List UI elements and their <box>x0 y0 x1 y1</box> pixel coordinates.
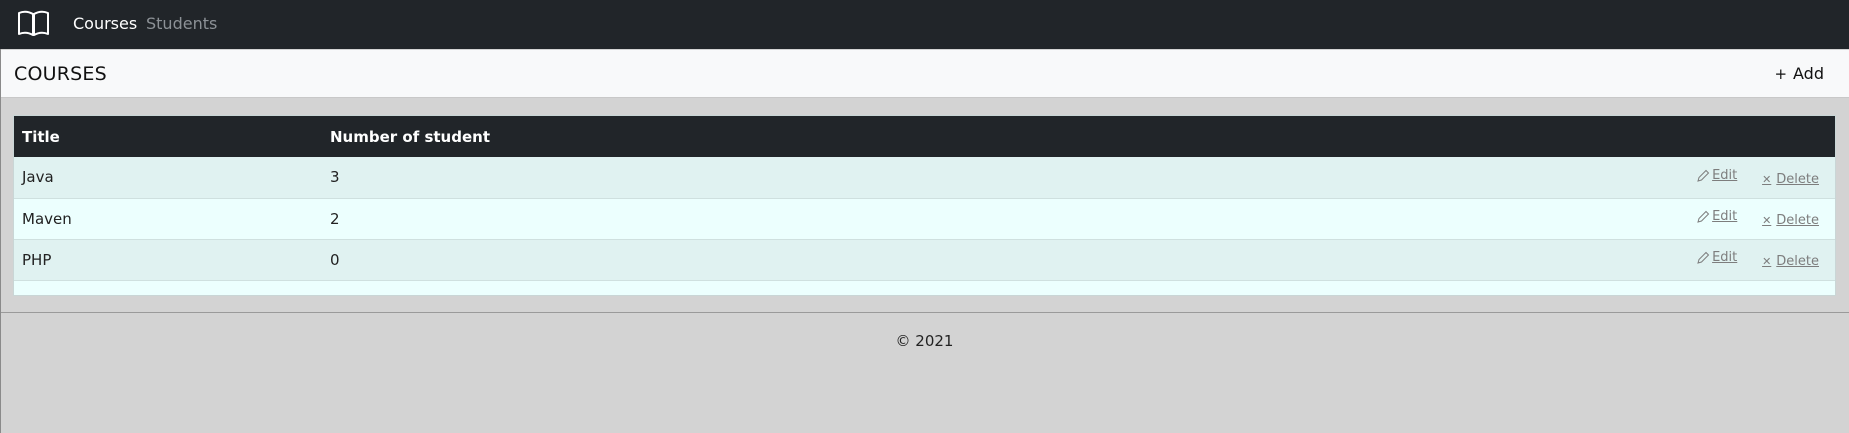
pencil-icon <box>1697 169 1710 182</box>
close-icon: ✕ <box>1762 254 1772 268</box>
courses-table: Title Number of student Java 3 Edit ✕ De… <box>13 115 1836 296</box>
column-header-actions <box>1575 116 1835 157</box>
delete-label: Delete <box>1776 212 1819 228</box>
delete-label: Delete <box>1776 253 1819 269</box>
cell-actions: Edit ✕ Delete <box>1575 239 1835 280</box>
page-title: COURSES <box>14 63 107 85</box>
edit-link[interactable]: Edit <box>1696 250 1737 265</box>
cell-actions: Edit ✕ Delete <box>1575 157 1835 198</box>
cell-title: Maven <box>22 209 72 228</box>
close-icon: ✕ <box>1762 172 1772 186</box>
edit-label: Edit <box>1712 209 1738 225</box>
cell-title: PHP <box>22 250 52 269</box>
delete-link[interactable]: ✕ Delete <box>1762 172 1819 187</box>
column-header-number-of-student: Number of student <box>330 127 490 146</box>
edit-label: Edit <box>1712 168 1738 183</box>
plus-icon: + <box>1774 65 1788 83</box>
column-header-title: Title <box>22 127 60 146</box>
cell-count: 2 <box>330 209 340 228</box>
delete-link[interactable]: ✕ Delete <box>1762 213 1819 228</box>
add-button-label: Add <box>1793 64 1824 83</box>
nav-link-students[interactable]: Students <box>146 14 217 34</box>
delete-label: Delete <box>1776 171 1819 187</box>
table-row: Java 3 Edit ✕ Delete <box>14 157 1835 198</box>
table-header-row: Title Number of student <box>14 116 1835 157</box>
edit-link[interactable]: Edit <box>1696 209 1737 224</box>
edit-label: Edit <box>1712 250 1738 266</box>
page-header: COURSES + Add <box>1 50 1849 98</box>
nav-link-courses[interactable]: Courses <box>73 14 137 34</box>
table-row: PHP 0 Edit ✕ Delete <box>14 239 1835 280</box>
cell-count: 3 <box>330 168 340 187</box>
cell-title: Java <box>22 168 54 187</box>
add-course-button[interactable]: + Add <box>1774 63 1824 85</box>
table-row: Maven 2 Edit ✕ Delete <box>14 198 1835 239</box>
left-border <box>0 49 1 433</box>
footer-divider <box>1 312 1849 313</box>
delete-link[interactable]: ✕ Delete <box>1762 254 1819 269</box>
book-open-icon[interactable] <box>17 10 50 38</box>
edit-link[interactable]: Edit <box>1696 168 1737 183</box>
navbar: Courses Students <box>0 0 1849 49</box>
cell-count: 0 <box>330 250 340 269</box>
pencil-icon <box>1697 210 1710 223</box>
close-icon: ✕ <box>1762 213 1772 227</box>
pencil-icon <box>1697 251 1710 264</box>
cell-actions: Edit ✕ Delete <box>1575 198 1835 239</box>
footer-copyright: © 2021 <box>895 332 954 350</box>
